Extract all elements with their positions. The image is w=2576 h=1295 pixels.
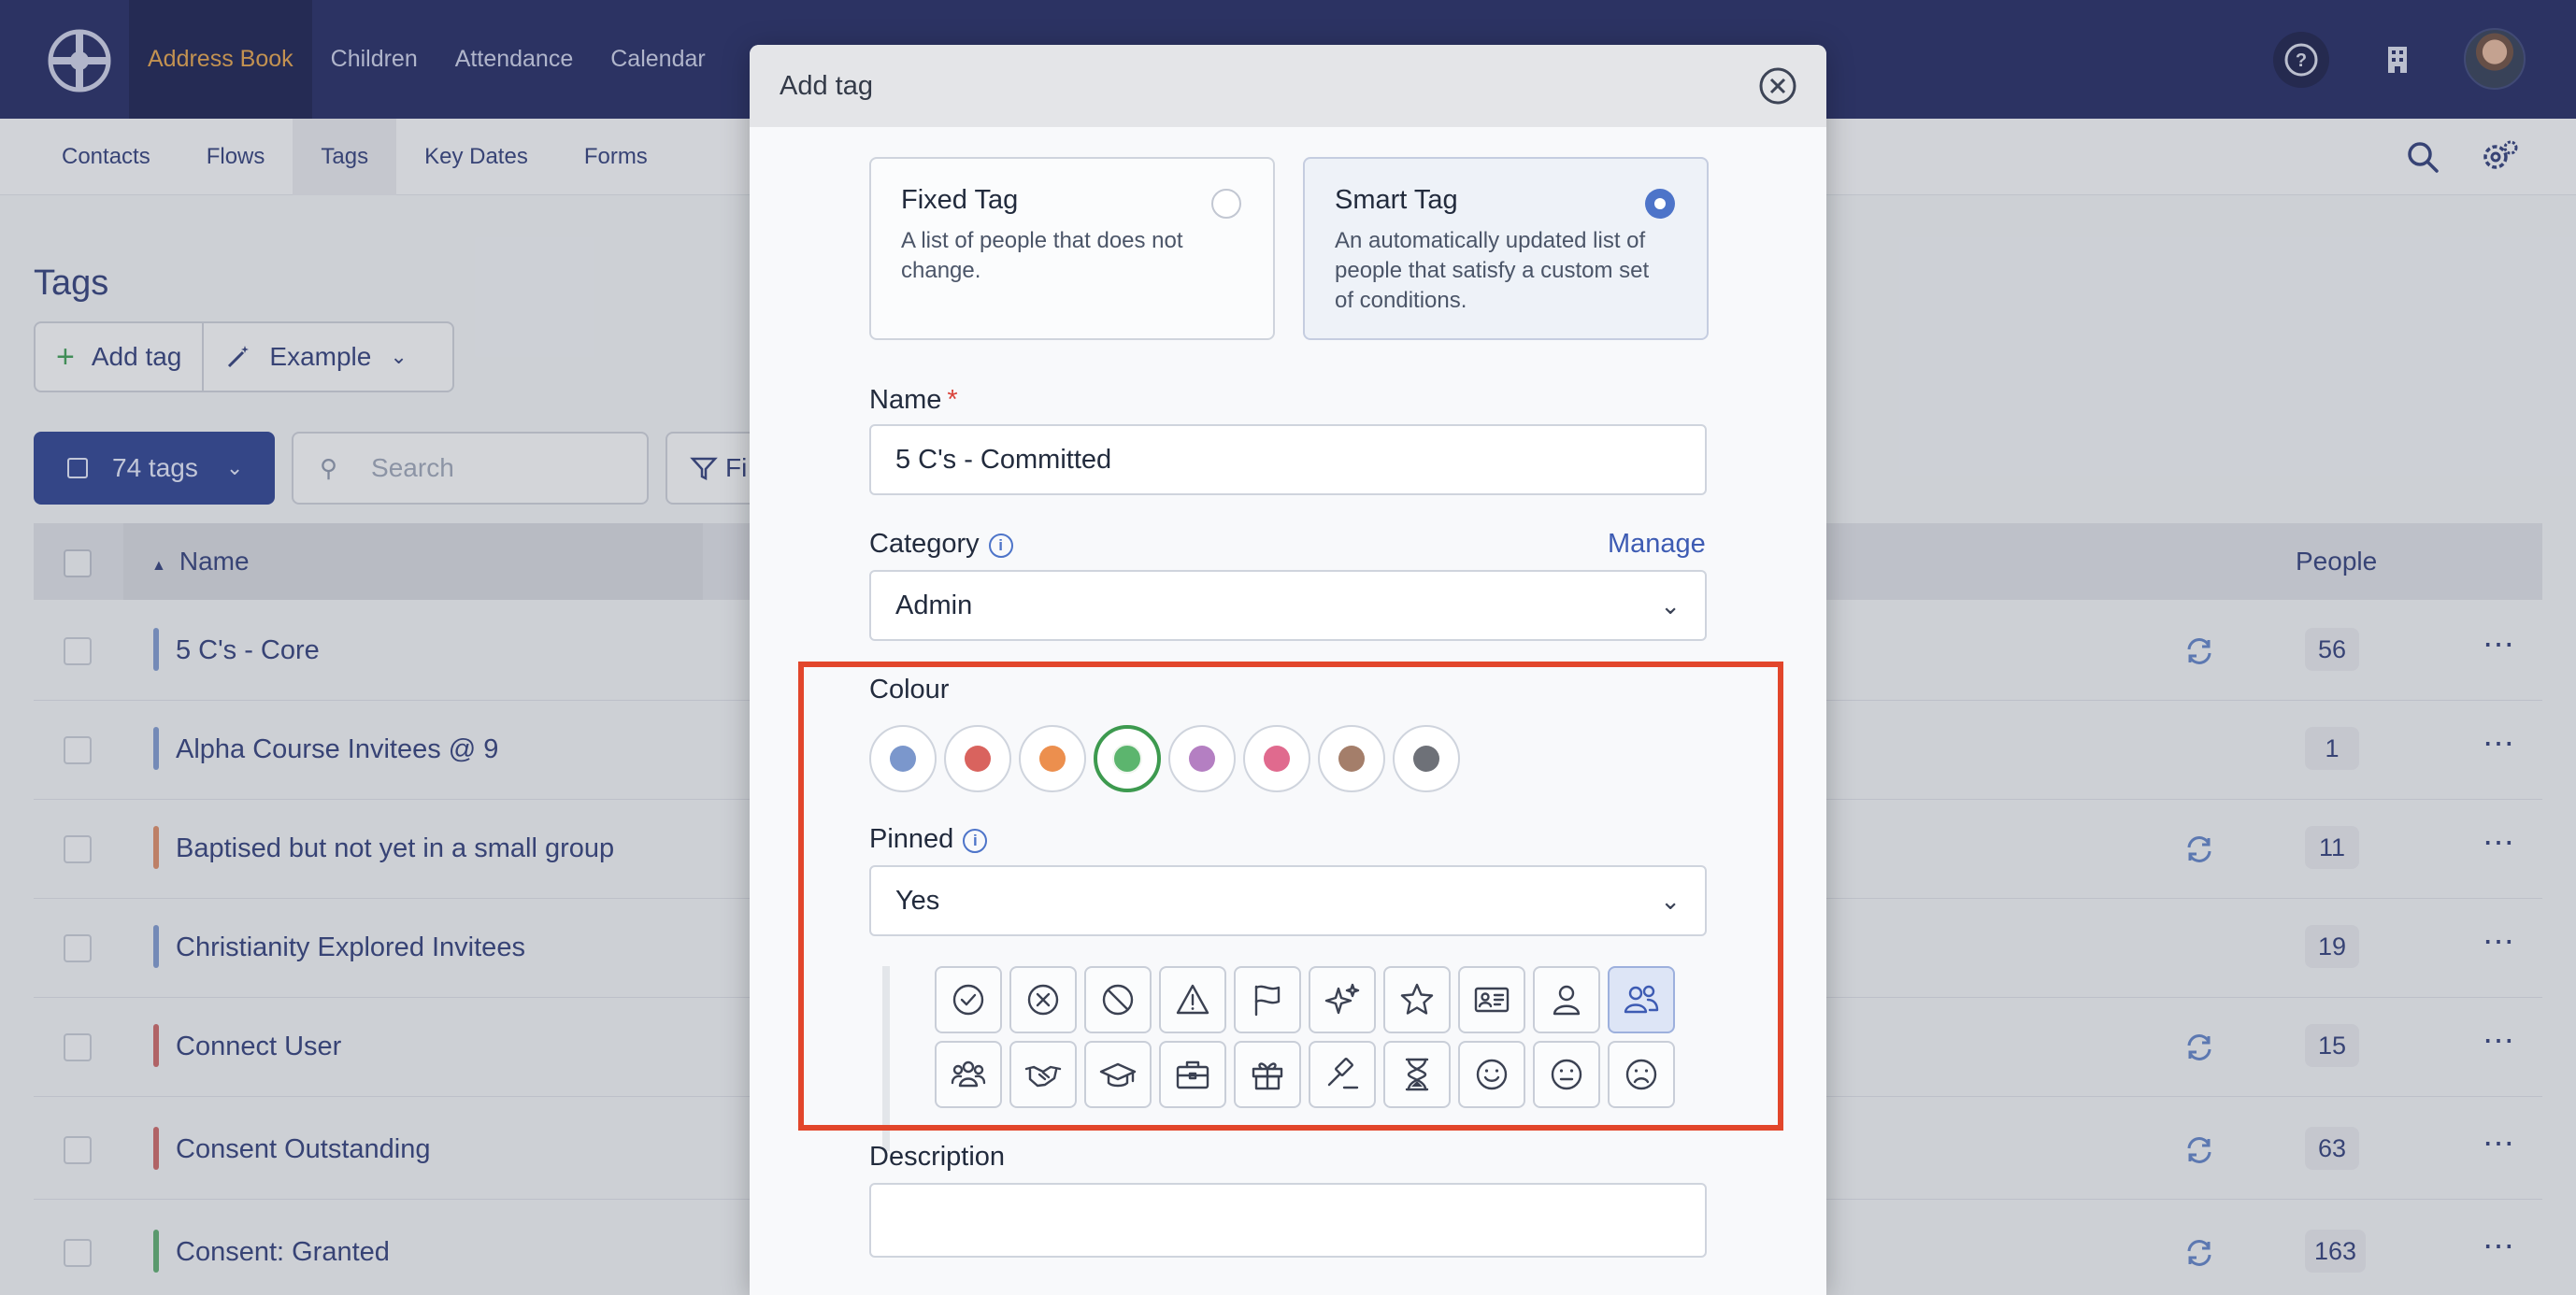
fixed-tag-description: A list of people that does not change. — [901, 228, 1183, 283]
info-icon[interactable]: i — [988, 534, 1013, 558]
manage-categories-link[interactable]: Manage — [1608, 529, 1706, 560]
name-input[interactable]: 5 C's - Committed — [869, 424, 1707, 495]
dialog-title: Add tag — [780, 71, 873, 101]
category-select[interactable]: Admin ⌄ — [869, 570, 1707, 641]
fixed-tag-option[interactable]: Fixed Tag A list of people that does not… — [869, 157, 1275, 340]
category-label-text: Category — [869, 529, 980, 559]
description-label: Description — [869, 1142, 1006, 1172]
close-icon[interactable] — [1757, 65, 1798, 107]
smart-tag-radio[interactable] — [1645, 189, 1675, 219]
fixed-tag-title: Fixed Tag — [901, 185, 1019, 215]
smart-tag-title: Smart Tag — [1335, 185, 1458, 215]
required-marker: * — [947, 385, 958, 415]
smart-tag-description: An automatically updated list of people … — [1335, 228, 1650, 313]
category-field-label: Category i — [869, 529, 1013, 560]
smart-tag-option[interactable]: Smart Tag An automatically updated list … — [1303, 157, 1709, 340]
chevron-down-icon: ⌄ — [1660, 591, 1681, 619]
name-field-label: Name * — [869, 385, 958, 416]
description-textarea[interactable] — [869, 1183, 1707, 1258]
category-value: Admin — [895, 591, 973, 620]
highlight-annotation-box — [798, 662, 1783, 1131]
fixed-tag-radio[interactable] — [1211, 189, 1241, 219]
dialog-header: Add tag — [750, 45, 1826, 127]
name-label-text: Name — [869, 385, 942, 415]
